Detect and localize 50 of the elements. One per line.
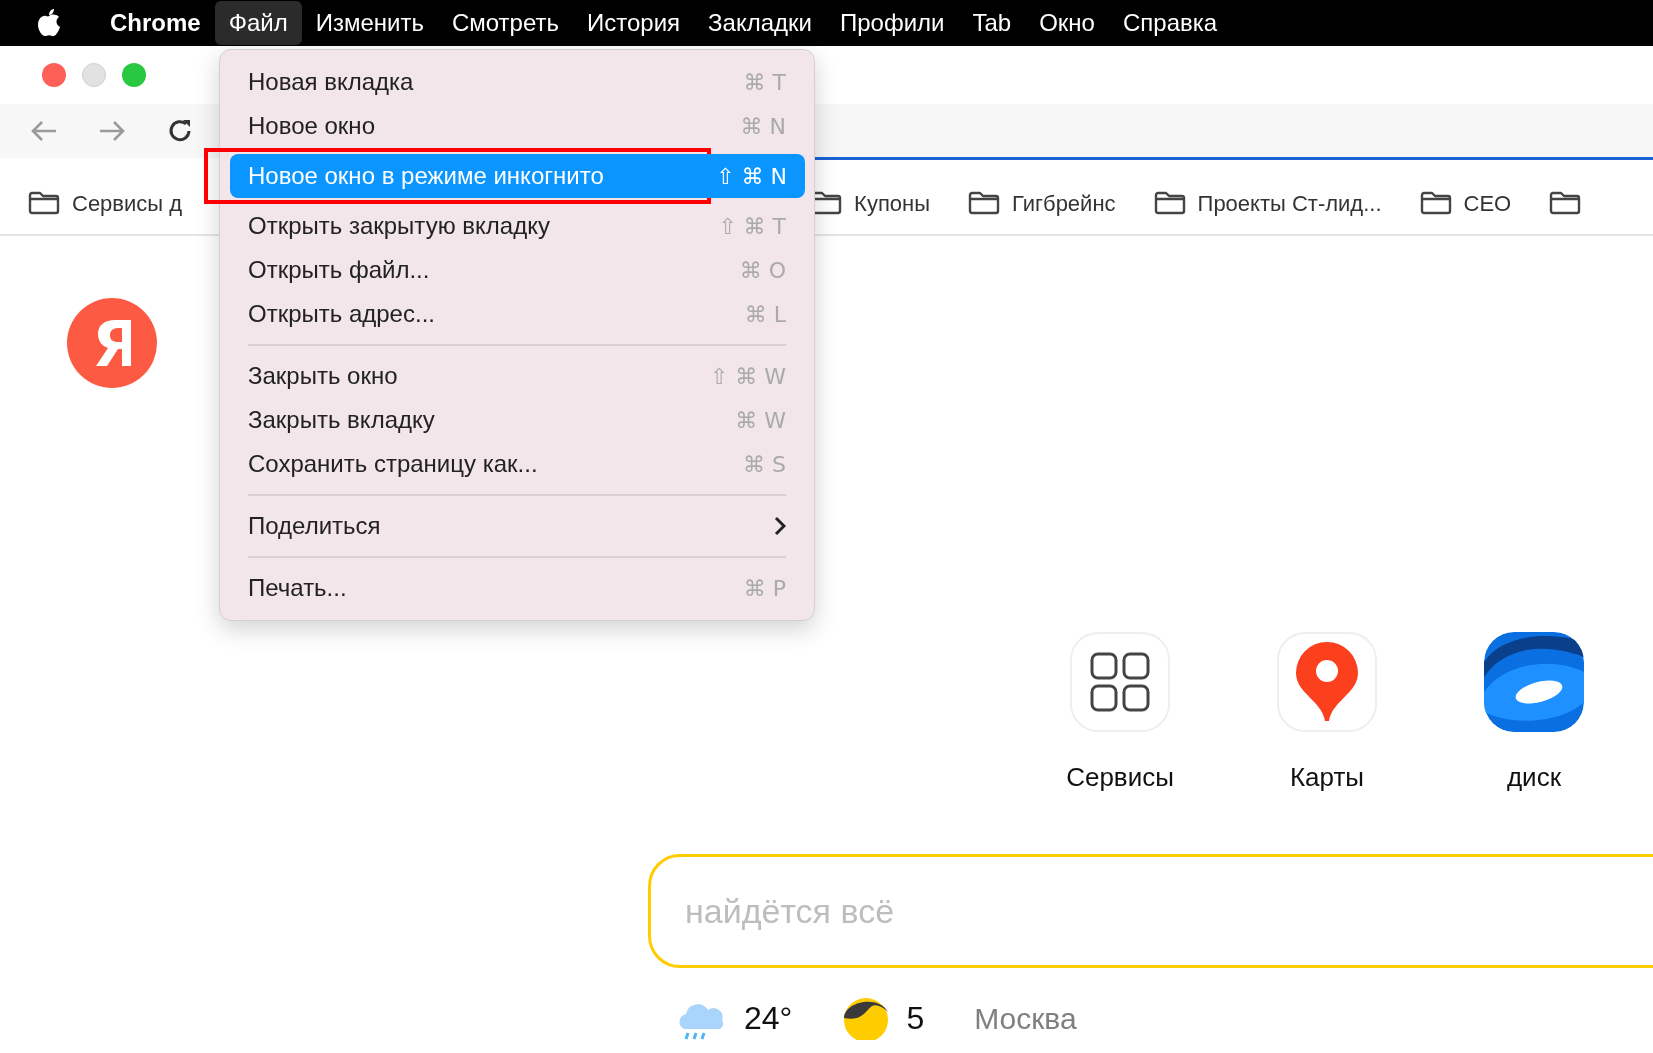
menu-bar-item[interactable]: Изменить [301,1,438,45]
menu-bar-item[interactable]: Справка [1108,1,1232,45]
chevron-right-icon [774,516,786,536]
magnetic-storm-icon [842,996,891,1040]
menu-item[interactable]: Сохранить страницу как... ⌘ S [230,442,804,486]
back-arrow-icon[interactable] [30,119,58,143]
magnetic-level: 5 [906,999,925,1038]
forward-arrow-icon[interactable] [98,119,126,143]
disk-app-icon[interactable] [1484,632,1584,732]
menu-item[interactable]: Печать... ⌘ P [230,566,804,610]
apple-logo-icon[interactable] [36,8,62,38]
close-window-button[interactable] [42,63,66,87]
tile-label[interactable]: диск [1506,758,1562,797]
menu-item[interactable]: Открыть закрытую вкладку ⇧ ⌘ T [230,204,804,248]
search-field[interactable]: найдётся всё [648,854,1653,968]
bookmark-label[interactable]: Сервисы д [72,186,183,220]
services-tile[interactable] [1070,632,1170,732]
menu-item[interactable]: Открыть файл... ⌘ O [230,248,804,292]
menu-item[interactable]: Поделиться [230,504,804,548]
bookmark-label[interactable]: Гигбрейнс [1012,186,1116,220]
bookmark-label[interactable]: Проекты Ст-лид... [1197,186,1382,220]
menu-item[interactable]: Закрыть вкладку ⌘ W [230,398,804,442]
city-name[interactable]: Москва [974,995,1077,1041]
maps-tile[interactable] [1277,632,1377,732]
map-pin-icon [1294,640,1360,724]
menu-bar-item[interactable]: Файл [214,1,302,45]
tile-label[interactable]: Сервисы [1066,758,1174,797]
menu-item[interactable]: Новое окно ⌘ N [230,104,804,148]
menu-bar-item[interactable]: Tab [958,1,1026,45]
tile-label[interactable]: Карты [1289,758,1365,797]
menu-bar-item[interactable]: Закладки [694,1,826,45]
folder-icon [1153,191,1186,215]
menu-bar-item[interactable]: Профили [825,1,959,45]
menu-item[interactable]: Открыть адрес... ⌘ L [230,292,804,336]
folder-icon [1549,191,1582,215]
grid-icon [1090,652,1150,712]
folder-icon [1419,191,1452,215]
folder-icon [28,191,60,215]
bookmark-label[interactable]: CEO [1463,186,1512,220]
yandex-logo[interactable] [67,298,157,388]
menu-item[interactable]: Закрыть окно ⇧ ⌘ W [230,354,804,398]
menu-bar-item[interactable]: Окно [1025,1,1109,45]
zoom-window-button[interactable] [122,63,146,87]
bookmark-label[interactable]: Купоны [854,186,931,220]
temperature: 24° [744,999,793,1038]
search-input[interactable]: найдётся всё [685,885,1653,937]
menu-bar-item[interactable]: Смотреть [437,1,573,45]
menu-bar-item[interactable]: История [573,1,695,45]
folder-icon [968,191,1001,215]
menu-bar-item[interactable]: Chrome [96,1,215,45]
